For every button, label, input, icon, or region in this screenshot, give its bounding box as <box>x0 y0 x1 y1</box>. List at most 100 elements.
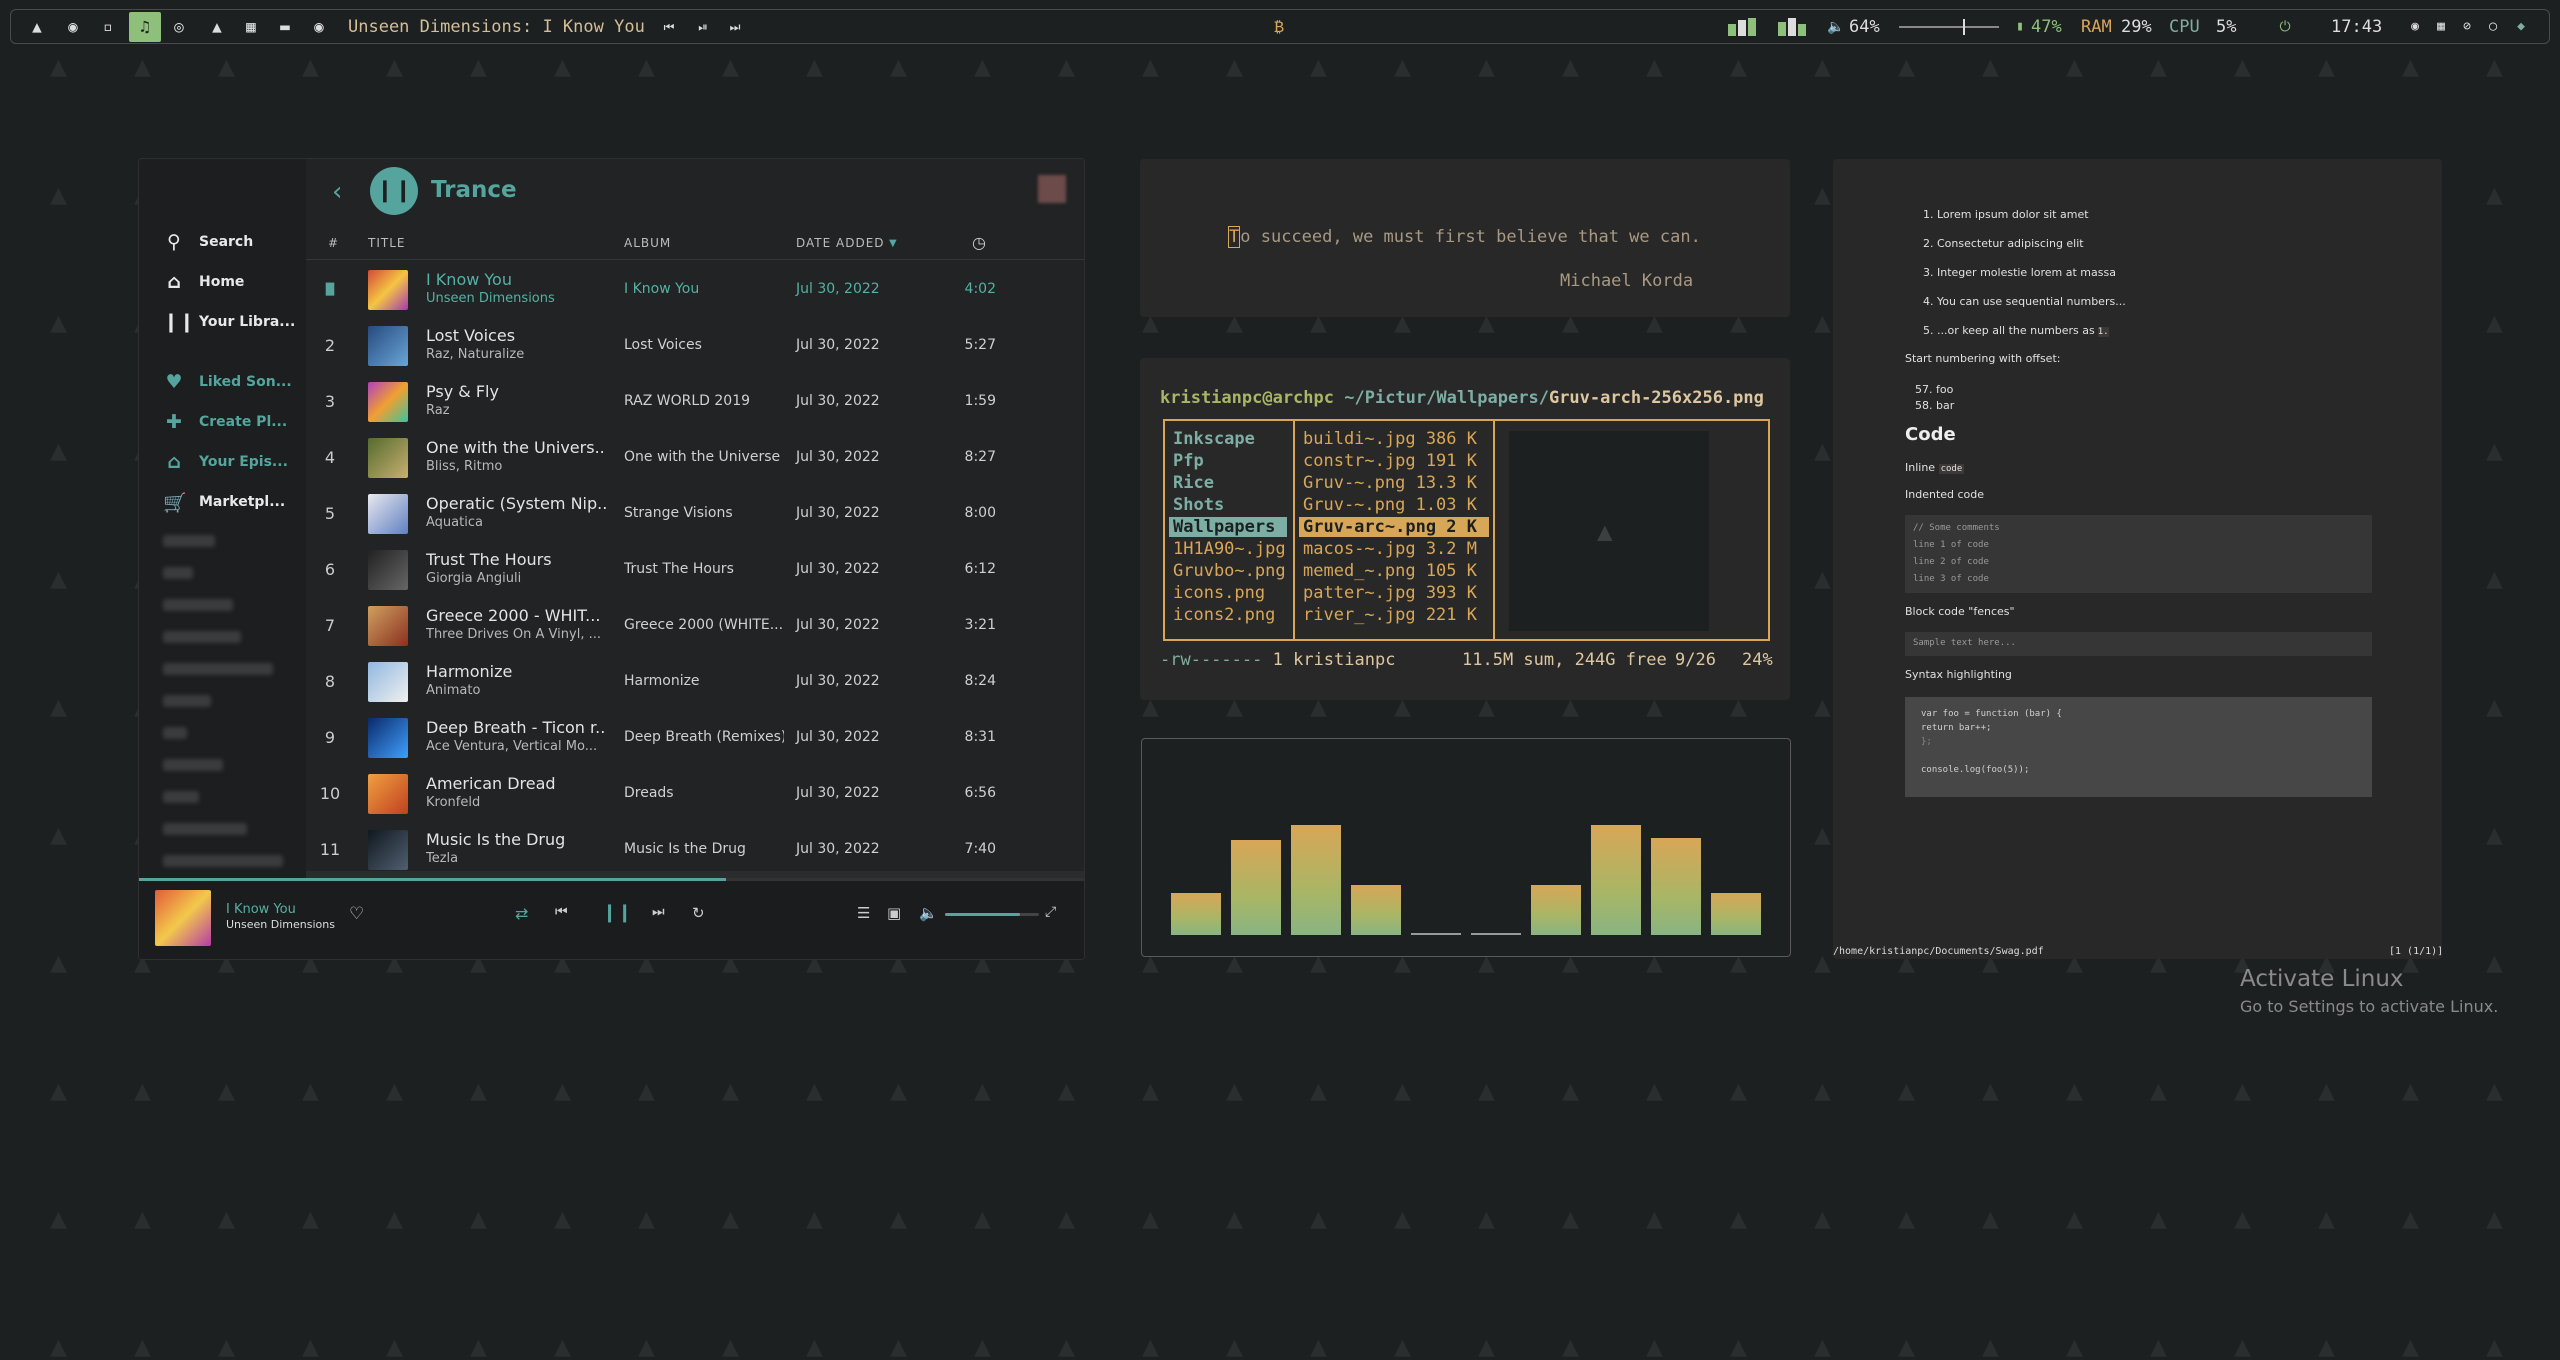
security-icon[interactable]: ◆ <box>2509 16 2533 38</box>
track-row[interactable]: 3 Psy & Fly Raz RAZ WORLD 2019 Jul 30, 2022 1… <box>306 374 1084 430</box>
wallpaper-arch-icon: ▲ <box>218 1207 235 1232</box>
chat-icon[interactable]: ▫ <box>96 16 120 38</box>
file-entry[interactable]: Gruv-arc~.png 2 K <box>1299 517 1489 537</box>
track-row[interactable]: 9 Deep Breath - Ticon r... Ace Ventura, Ve… <box>306 710 1084 766</box>
volume-icon[interactable]: 🔈 <box>1824 16 1848 38</box>
queue-icon[interactable]: ☰ <box>857 904 870 922</box>
nav-marketplace[interactable]: 🛒 Marketpl... <box>163 487 285 517</box>
column-title[interactable]: TITLE <box>368 236 405 250</box>
track-row[interactable]: 11 Music Is the Drug Tezla Music Is the Dru… <box>306 822 1084 878</box>
pause-icon[interactable]: ❙❙ <box>602 902 632 923</box>
next-icon[interactable]: ⏭ <box>652 904 665 920</box>
directory-entry[interactable]: Shots <box>1173 495 1224 515</box>
avatar[interactable] <box>1038 175 1066 203</box>
file-entry[interactable]: Gruv-~.png 13.3 K <box>1303 473 1477 493</box>
wallpaper-arch-icon: ▲ <box>1730 1207 1747 1232</box>
file-entry[interactable]: constr~.jpg 191 K <box>1303 451 1477 471</box>
disk-graph-icon <box>1776 18 1808 36</box>
track-row[interactable]: 8 Harmonize Animato Harmonize Jul 30, 2022 8:… <box>306 654 1084 710</box>
column-album[interactable]: ALBUM <box>624 236 671 250</box>
track-row[interactable]: 5 Operatic (System Nip... Aquatica Strange … <box>306 486 1084 542</box>
playlist-item[interactable] <box>163 791 199 803</box>
file-entry[interactable]: buildi~.jpg 386 K <box>1303 429 1477 449</box>
quote-panel: To succeed, we must first believe that w… <box>1140 159 1790 317</box>
block-icon[interactable]: ⊘ <box>2455 16 2479 38</box>
firefox-icon[interactable]: ◉ <box>61 16 85 38</box>
wallpaper-arch-icon: ▲ <box>1142 1079 1159 1104</box>
music-icon[interactable]: ♫ <box>129 12 161 42</box>
track-row[interactable]: 7 Greece 2000 - WHIT... Three Drives On A … <box>306 598 1084 654</box>
playlist-item[interactable] <box>163 567 193 579</box>
playlist-item[interactable] <box>163 727 187 739</box>
playlist-item[interactable] <box>163 695 211 707</box>
file-entry[interactable]: river_~.jpg 221 K <box>1303 605 1477 625</box>
directory-entry[interactable]: Rice <box>1173 473 1214 493</box>
directory-entry[interactable]: 1H1A90~.jpg <box>1173 539 1286 559</box>
volume-slider[interactable] <box>945 913 1039 916</box>
wallpaper-arch-icon: ▲ <box>470 1079 487 1104</box>
now-playing-art[interactable] <box>155 890 211 946</box>
ghost-icon[interactable]: ◉ <box>307 16 331 38</box>
nav-search[interactable]: ⚲ Search <box>163 227 253 257</box>
arch-logo-icon[interactable]: ▲ <box>25 16 49 38</box>
heart-icon[interactable]: ♡ <box>349 904 364 924</box>
play-pause-button[interactable]: ❙❙ <box>370 167 418 215</box>
file-entry[interactable]: patter~.jpg 393 K <box>1303 583 1477 603</box>
track-row[interactable]: 2 Lost Voices Raz, Naturalize Lost Voices Ju… <box>306 318 1084 374</box>
track-row[interactable]: 10 American Dread Kronfeld Dreads Jul 30, 20… <box>306 766 1084 822</box>
device-icon[interactable]: ▣ <box>887 904 901 922</box>
nav-home[interactable]: ⌂ Home <box>163 267 244 297</box>
playlist-item[interactable] <box>163 535 215 547</box>
now-playing-artist[interactable]: Unseen Dimensions <box>226 918 335 931</box>
note-icon[interactable]: ▦ <box>239 16 263 38</box>
directory-entry[interactable]: Pfp <box>1173 451 1204 471</box>
nav-your-episodes[interactable]: ⌂ Your Epis... <box>163 447 288 477</box>
track-row[interactable]: 6 Trust The Hours Giorgia Angiuli Trust The… <box>306 542 1084 598</box>
directory-entry[interactable]: Gruvbo~.png <box>1173 561 1286 581</box>
back-arrow-icon[interactable]: ‹ <box>332 177 342 207</box>
playlist-item[interactable] <box>163 599 233 611</box>
track-row[interactable]: ▐▌ I Know You Unseen Dimensions I Know You J… <box>306 262 1084 318</box>
bitcoin-icon[interactable]: ₿ <box>1267 16 1291 38</box>
previous-icon[interactable]: ⏮ <box>657 16 681 38</box>
file-entry[interactable]: macos-~.jpg 3.2 M <box>1303 539 1477 559</box>
wallpaper-arch-icon: ▲ <box>2234 55 2251 80</box>
gamepad-icon[interactable]: ◎ <box>167 16 191 38</box>
track-row[interactable]: 4 One with the Univers... Bliss, Ritmo One … <box>306 430 1084 486</box>
playback-progress[interactable] <box>139 878 1084 881</box>
previous-icon[interactable]: ⏮ <box>555 904 568 920</box>
playlist-item[interactable] <box>163 855 283 867</box>
fullscreen-icon[interactable]: ⤢ <box>1045 904 1056 920</box>
folder-icon[interactable]: ▬ <box>273 16 297 38</box>
repeat-icon[interactable]: ↻ <box>692 904 705 922</box>
shuffle-icon[interactable]: ⇄ <box>515 904 528 923</box>
network-icon[interactable]: ▦ <box>2429 16 2453 38</box>
volume-slider[interactable] <box>1899 19 1999 35</box>
volume-icon[interactable]: 🔈 <box>919 904 938 922</box>
nav-library[interactable]: ❙❙ Your Libra... <box>163 307 295 337</box>
directory-entry[interactable]: icons2.png <box>1173 605 1275 625</box>
directory-entry[interactable]: icons.png <box>1173 583 1265 603</box>
playlist-item[interactable] <box>163 663 273 675</box>
power-icon[interactable]: ⏻ <box>2273 16 2297 38</box>
discord-icon[interactable]: ◉ <box>2403 16 2427 38</box>
now-playing-title[interactable]: I Know You <box>226 902 296 917</box>
playlist-item[interactable] <box>163 823 247 835</box>
playlist-item[interactable] <box>163 631 241 643</box>
shield-icon[interactable]: ◯ <box>2481 16 2505 38</box>
directory-entry[interactable]: Wallpapers <box>1169 517 1287 537</box>
wallpaper-arch-icon: ▲ <box>2486 695 2503 720</box>
flask-icon[interactable]: ▲ <box>205 16 229 38</box>
file-entry[interactable]: memed_~.png 105 K <box>1303 561 1477 581</box>
directory-entry[interactable]: Inkscape <box>1173 429 1255 449</box>
wallpaper-arch-icon: ▲ <box>1814 439 1831 464</box>
file-entry[interactable]: Gruv-~.png 1.03 K <box>1303 495 1477 515</box>
column-date-added[interactable]: DATE ADDED <box>796 236 885 250</box>
wallpaper-arch-icon: ▲ <box>1730 1335 1747 1360</box>
search-icon: ⚲ <box>167 231 181 253</box>
play-pause-icon[interactable]: ⏯ <box>691 16 715 38</box>
next-icon[interactable]: ⏭ <box>723 16 747 38</box>
nav-liked-songs[interactable]: ♥ Liked Son... <box>163 367 291 397</box>
nav-create-playlist[interactable]: ✚ Create Pl... <box>163 407 287 437</box>
playlist-item[interactable] <box>163 759 223 771</box>
